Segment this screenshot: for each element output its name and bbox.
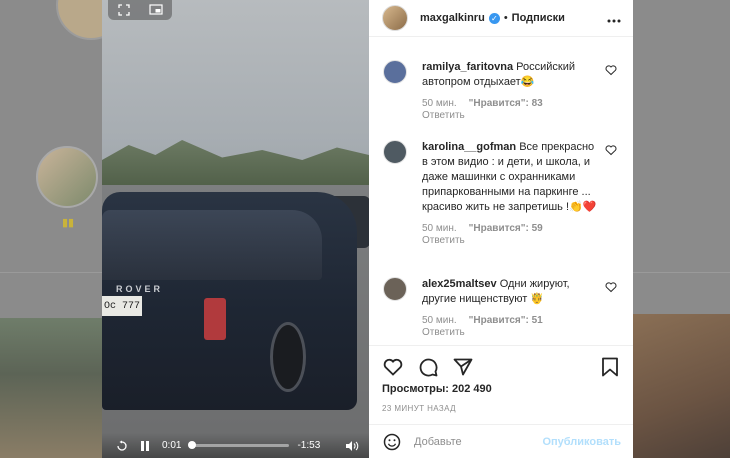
heart-icon[interactable]: [382, 356, 404, 378]
more-options-icon[interactable]: [607, 10, 621, 26]
license-plate: Ос 777: [102, 296, 142, 316]
video-controls-bar: 0:01 -1:53: [102, 433, 369, 458]
header-separator: •: [503, 12, 508, 24]
like-comment-icon[interactable]: [605, 64, 617, 76]
picture-in-picture-icon[interactable]: [149, 3, 163, 17]
reply-button[interactable]: Ответить: [422, 110, 465, 121]
comment-likes[interactable]: "Нравится": 59: [469, 223, 543, 234]
share-icon[interactable]: [452, 356, 474, 378]
background-divider: [0, 272, 102, 273]
remaining-time: -1:53: [297, 440, 321, 451]
comment-username[interactable]: alex25maltsev: [422, 278, 497, 290]
comment-username[interactable]: ramilya_faritovna: [422, 61, 513, 73]
reply-button[interactable]: Ответить: [422, 235, 465, 246]
video-player[interactable]: ROVER Ос 777: [102, 0, 369, 458]
comment-time: 50 мин.: [422, 223, 457, 234]
volume-icon[interactable]: [345, 440, 359, 452]
current-time: 0:01: [162, 440, 182, 451]
following-button[interactable]: Подписки: [512, 12, 565, 24]
car-brand-text: ROVER: [116, 284, 164, 294]
post-header: maxgalkinru ✓ • Подписки: [369, 0, 633, 37]
post-actions: Просмотры: 202 490 23 МИНУТ НАЗАД: [369, 345, 633, 427]
comment-body: alex25maltsev Одни жируют, другие нищенс…: [422, 277, 602, 339]
comment-avatar[interactable]: [383, 140, 407, 164]
post-side-panel: maxgalkinru ✓ • Подписки ramilya_faritov…: [369, 0, 633, 458]
background-photo: [633, 314, 730, 458]
comment-input[interactable]: [414, 435, 524, 448]
comment-likes[interactable]: "Нравится": 83: [469, 98, 543, 109]
video-tail-light: [204, 298, 226, 340]
reply-button[interactable]: Ответить: [422, 327, 465, 338]
post-timestamp: 23 МИНУТ НАЗАД: [382, 404, 456, 413]
comment-likes[interactable]: "Нравится": 51: [469, 315, 543, 326]
like-comment-icon[interactable]: [605, 281, 617, 293]
comment-time: 50 мин.: [422, 98, 457, 109]
emoji-icon[interactable]: [382, 432, 402, 452]
comment-avatar[interactable]: [383, 60, 407, 84]
video-progress-knob[interactable]: [188, 441, 197, 449]
like-comment-icon[interactable]: [605, 144, 617, 156]
comment-item: karolina__gofman Все прекрасно в этом ви…: [383, 140, 623, 247]
video-wheel: [270, 322, 306, 392]
comment-time: 50 мин.: [422, 315, 457, 326]
expand-icon[interactable]: [117, 3, 131, 17]
background-story-avatar: [36, 146, 98, 208]
action-row: [369, 346, 633, 380]
video-top-controls: [108, 0, 172, 20]
comment-body: ramilya_faritovna Российский автопром от…: [422, 60, 602, 122]
comment-icon[interactable]: [417, 356, 439, 378]
comment-item: alex25maltsev Одни жируют, другие нищенс…: [383, 277, 623, 339]
comment-avatar[interactable]: [383, 277, 407, 301]
comment-meta: 50 мин. "Нравится": 59 Ответить: [422, 223, 602, 247]
comment-meta: 50 мин. "Нравится": 51 Ответить: [422, 315, 602, 339]
add-comment-bar: Опубликовать: [369, 424, 633, 458]
comment-username[interactable]: karolina__gofman: [422, 141, 516, 153]
post-username[interactable]: maxgalkinru: [420, 12, 485, 24]
comments-list: ramilya_faritovna Российский автопром от…: [369, 38, 633, 344]
comment-body: karolina__gofman Все прекрасно в этом ви…: [422, 140, 602, 247]
verified-icon: ✓: [488, 12, 500, 24]
replay-icon[interactable]: [116, 440, 128, 452]
view-count[interactable]: Просмотры: 202 490: [369, 383, 633, 395]
background-emoji: ▮▮: [62, 217, 75, 229]
video-car-window: [102, 210, 322, 280]
background-divider: [633, 272, 730, 273]
publish-button[interactable]: Опубликовать: [542, 436, 621, 448]
background-photo: [0, 318, 102, 458]
avatar[interactable]: [382, 5, 408, 31]
pause-icon[interactable]: [140, 440, 150, 452]
comment-meta: 50 мин. "Нравится": 83 Ответить: [422, 98, 602, 122]
comment-item: ramilya_faritovna Российский автопром от…: [383, 60, 623, 122]
video-progress-bar[interactable]: [188, 441, 290, 449]
bookmark-icon[interactable]: [599, 356, 621, 378]
